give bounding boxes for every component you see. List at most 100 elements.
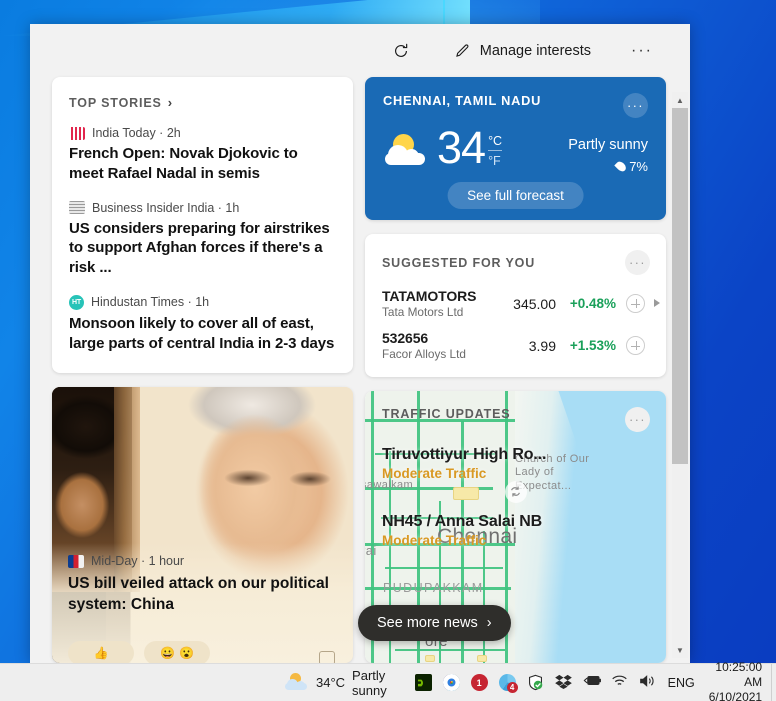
stock-price: 3.99 (528, 337, 556, 354)
stocks-more-options-button[interactable]: ··· (625, 250, 650, 276)
weather-temperature: 34 (437, 122, 486, 173)
add-stock-icon[interactable] (626, 336, 645, 356)
refresh-button[interactable] (383, 36, 419, 66)
stock-change: +0.48% (569, 296, 616, 312)
scrollbar-thumb[interactable] (672, 108, 688, 464)
story-headline: French Open: Novak Djokovic to meet Rafa… (69, 145, 298, 182)
reaction-emoji-button[interactable]: 😀 😮 (144, 641, 210, 663)
smiley-icon: 😀 (160, 646, 175, 660)
windows-defender-icon[interactable] (527, 674, 544, 691)
business-insider-logo-icon (69, 201, 85, 215)
story-source-line: HT Hindustan Times · 1h (69, 294, 336, 310)
edge-icon[interactable]: 4 (498, 674, 518, 693)
manage-interests-button[interactable]: Manage interests (445, 36, 600, 65)
reaction-like-button[interactable]: 👍 (68, 641, 134, 663)
see-full-forecast-button[interactable]: See full forecast (447, 182, 584, 210)
hindustan-times-logo-icon: HT (69, 294, 84, 310)
news-and-interests-flyout: Manage interests ··· TOP STORIES › India… (30, 24, 690, 663)
featured-headline: US bill veiled attack on our political s… (68, 575, 329, 613)
top-stories-label: TOP STORIES (69, 95, 162, 110)
thumbs-up-icon: 👍 (93, 646, 109, 660)
story-headline: US considers preparing for airstrikes to… (69, 219, 330, 277)
language-indicator[interactable]: ENG (668, 676, 695, 690)
water-drop-icon (614, 159, 628, 174)
flyout-more-options-button[interactable]: ··· (622, 36, 662, 66)
taskbar: 34°C Partly sunny 1 4 ENG 10:25:00 AM 6/… (0, 660, 776, 701)
unit-fahrenheit-toggle[interactable]: °F (488, 150, 503, 170)
story-source: Business Insider India · 1h (92, 200, 240, 215)
stock-names: TATAMOTORS Tata Motors Ltd (382, 288, 494, 319)
stock-company: Tata Motors Ltd (382, 305, 464, 320)
taskbar-temperature: 34°C (316, 675, 346, 690)
partly-sunny-icon (383, 134, 431, 174)
weather-more-options-button[interactable]: ··· (623, 93, 648, 118)
story-source: India Today · 2h (92, 126, 181, 140)
see-more-news-button[interactable]: See more news › (358, 605, 511, 641)
traffic-updates-label: TRAFFIC UPDATES (382, 406, 511, 421)
story-item[interactable]: Business Insider India · 1h US considers… (69, 201, 336, 278)
wifi-icon[interactable] (611, 674, 628, 691)
dropbox-icon[interactable] (554, 674, 572, 691)
notification-badge-icon[interactable]: 1 (470, 674, 488, 691)
featured-source: Mid-Day · 1 hour (91, 554, 185, 569)
comment-icon[interactable] (319, 651, 335, 663)
chevron-right-icon: › (486, 615, 492, 631)
traffic-more-options-button[interactable]: ··· (625, 406, 650, 432)
stock-symbol: 532656 (382, 330, 429, 347)
taskbar-news-and-interests-button[interactable]: 34°C Partly sunny (285, 668, 393, 698)
weather-location: CHENNAI, TAMIL NADU (383, 93, 542, 108)
flyout-scrollbar[interactable]: ▲ ▼ (672, 92, 688, 658)
story-headline: Monsoon likely to cover all of east, lar… (69, 314, 335, 352)
clock-time: 10:25:00 AM (715, 660, 763, 689)
taskbar-clock[interactable]: 10:25:00 AM 6/10/2021 (709, 660, 762, 701)
unit-celsius-toggle[interactable]: °C (488, 132, 502, 150)
partly-sunny-icon (285, 673, 309, 692)
surprised-icon: 😮 (179, 646, 194, 660)
story-item[interactable]: HT Hindustan Times · 1h Monsoon likely t… (69, 294, 336, 354)
traffic-status: Moderate Traffic (382, 532, 487, 548)
add-stock-icon[interactable] (626, 294, 645, 314)
chevron-right-icon: › (167, 95, 173, 110)
story-source-line: Business Insider India · 1h (69, 201, 336, 215)
flyout-header: Manage interests ··· (30, 24, 690, 77)
system-tray: 1 4 (414, 674, 656, 693)
flyout-content: TOP STORIES › India Today · 2h French Op… (30, 77, 690, 663)
chrome-icon[interactable] (442, 674, 460, 691)
show-desktop-button[interactable] (771, 663, 776, 701)
mid-day-logo-icon (68, 554, 84, 568)
suggested-stocks-card: SUGGESTED FOR YOU ··· TATAMOTORS Tata Mo… (365, 234, 666, 377)
stock-row[interactable]: 532656 Facor Alloys Ltd 3.99 +1.53% (365, 330, 666, 361)
traffic-refresh-icon[interactable] (504, 480, 527, 503)
reaction-actions (319, 651, 335, 663)
scrollbar-up-arrow-icon[interactable]: ▲ (672, 92, 688, 108)
stocks-next-arrow-icon[interactable] (654, 299, 660, 308)
weather-readout: 34 °C °F Partly sunny 7% (383, 122, 648, 174)
traffic-status: Moderate Traffic (382, 465, 487, 481)
weather-condition-text: Partly sunny (568, 137, 648, 153)
suggested-for-you-label: SUGGESTED FOR YOU (382, 255, 536, 270)
volume-icon[interactable] (639, 674, 656, 691)
stock-names: 532656 Facor Alloys Ltd (382, 330, 494, 361)
right-column: CHENNAI, TAMIL NADU ··· 34 °C °F Partly … (365, 77, 666, 663)
traffic-card-header: TRAFFIC UPDATES ··· (382, 406, 650, 432)
featured-news-text: Mid-Day · 1 hour US bill veiled attack o… (68, 554, 339, 615)
featured-news-card[interactable]: Mid-Day · 1 hour US bill veiled attack o… (52, 387, 353, 663)
traffic-item[interactable]: NH45 / Anna Salai NB Moderate Traffic (382, 513, 650, 548)
traffic-road-name: Tiruvottiyur High Ro... (382, 445, 547, 463)
manage-interests-label: Manage interests (479, 42, 592, 59)
weather-card[interactable]: CHENNAI, TAMIL NADU ··· 34 °C °F Partly … (365, 77, 666, 221)
story-source: Hindustan Times · 1h (91, 295, 210, 310)
stock-row[interactable]: TATAMOTORS Tata Motors Ltd 345.00 +0.48% (365, 288, 666, 319)
nvidia-icon[interactable] (414, 674, 432, 691)
stock-change: +1.53% (569, 338, 616, 354)
scrollbar-down-arrow-icon[interactable]: ▼ (672, 642, 688, 658)
weather-precipitation: 7% (568, 159, 648, 174)
traffic-item[interactable]: Tiruvottiyur High Ro... Moderate Traffic (382, 446, 650, 481)
top-stories-header[interactable]: TOP STORIES › (69, 95, 336, 110)
traffic-road-name: NH45 / Anna Salai NB (382, 512, 543, 530)
battery-charging-icon[interactable] (583, 674, 601, 691)
precipitation-value: 7% (629, 159, 648, 174)
stock-price: 345.00 (513, 295, 556, 312)
story-item[interactable]: India Today · 2h French Open: Novak Djok… (69, 126, 336, 184)
stocks-card-header: SUGGESTED FOR YOU ··· (365, 250, 666, 276)
